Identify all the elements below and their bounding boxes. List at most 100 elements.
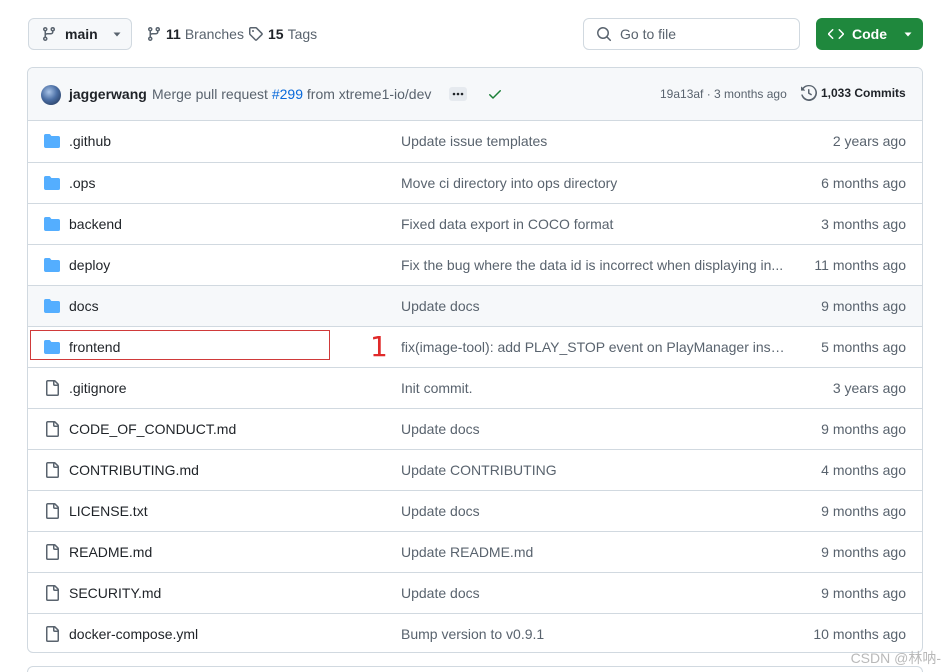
branches-count: 11 <box>166 26 181 42</box>
file-name-link[interactable]: README.md <box>69 544 152 560</box>
file-commit-message[interactable]: Fixed data export in COCO format <box>401 216 786 232</box>
file-commit-age: 3 years ago <box>832 380 906 396</box>
branch-name: main <box>65 26 98 42</box>
branches-label: Branches <box>184 26 244 42</box>
search-icon <box>597 27 612 42</box>
code-button[interactable]: Code <box>816 18 923 50</box>
caret-down-icon <box>113 32 121 37</box>
file-row[interactable]: .ops Move ci directory into ops directory… <box>28 162 922 203</box>
file-commit-message[interactable]: Update docs <box>401 421 786 437</box>
annotation-number: 1 <box>370 330 388 363</box>
file-commit-age: 9 months ago <box>821 544 906 560</box>
file-name-link[interactable]: backend <box>69 216 122 232</box>
file-name-link[interactable]: frontend <box>69 339 120 355</box>
check-icon[interactable] <box>487 86 503 102</box>
go-to-file-search[interactable] <box>583 18 800 50</box>
branches-link[interactable]: 11 Branches <box>146 18 244 50</box>
file-commit-age: 10 months ago <box>813 626 906 642</box>
file-row[interactable]: docs Update docs 9 months ago <box>28 285 922 326</box>
file-name-link[interactable]: docker-compose.yml <box>69 626 198 642</box>
file-name-link[interactable]: .gitignore <box>69 380 127 396</box>
file-row[interactable]: SECURITY.md Update docs 9 months ago <box>28 572 922 613</box>
commit-message-suffix: from xtreme1-io/dev <box>306 86 432 102</box>
caret-down-icon <box>904 32 912 37</box>
git-branch-icon <box>148 26 160 42</box>
repo-toolbar: main 11 Branches 15 Tags Code <box>28 18 923 50</box>
file-commit-age: 9 months ago <box>821 585 906 601</box>
file-commit-message[interactable]: Update CONTRIBUTING <box>401 462 786 478</box>
file-icon <box>44 544 60 563</box>
file-row[interactable]: backend Fixed data export in COCO format 3… <box>28 203 922 244</box>
file-icon <box>44 585 60 604</box>
ellipsis-icon <box>452 92 464 96</box>
file-commit-age: 9 months ago <box>821 503 906 519</box>
history-icon <box>801 85 817 101</box>
file-name-link[interactable]: .ops <box>69 175 95 191</box>
file-name-link[interactable]: SECURITY.md <box>69 585 161 601</box>
tags-link[interactable]: 15 Tags <box>248 18 317 50</box>
commit-message-prefix: Merge pull request <box>152 86 268 102</box>
file-name-link[interactable]: LICENSE.txt <box>69 503 148 519</box>
folder-icon <box>44 298 60 317</box>
pull-request-link[interactable]: #299 <box>272 86 303 102</box>
file-commit-message[interactable]: Bump version to v0.9.1 <box>401 626 786 642</box>
file-row[interactable]: CONTRIBUTING.md Update CONTRIBUTING 4 mont… <box>28 449 922 490</box>
file-commit-age: 5 months ago <box>821 339 906 355</box>
file-row[interactable]: frontend fix(image-tool): add PLAY_STOP e… <box>28 326 922 367</box>
tag-icon <box>249 27 263 41</box>
file-commit-message[interactable]: Update README.md <box>401 544 786 560</box>
file-list: jaggerwang Merge pull request #299 from … <box>27 67 923 653</box>
file-name-link[interactable]: docs <box>69 298 99 314</box>
code-icon <box>828 29 844 39</box>
next-panel-edge <box>27 666 923 672</box>
folder-icon <box>44 339 60 358</box>
commit-sha-time[interactable]: 19a13af · 3 months ago <box>660 87 787 101</box>
file-row[interactable]: README.md Update README.md 9 months ago <box>28 531 922 572</box>
file-icon <box>44 462 60 481</box>
file-icon <box>44 421 60 440</box>
file-commit-message[interactable]: Init commit. <box>401 380 786 396</box>
go-to-file-input[interactable] <box>620 26 790 42</box>
branch-selector-button[interactable]: main <box>28 18 132 50</box>
file-commit-message[interactable]: Update docs <box>401 298 786 314</box>
folder-icon <box>44 175 60 194</box>
file-rows: .github Update issue templates 2 years ago… <box>28 121 922 652</box>
file-row[interactable]: LICENSE.txt Update docs 9 months ago <box>28 490 922 531</box>
folder-icon <box>44 216 60 235</box>
file-commit-age: 9 months ago <box>821 298 906 314</box>
commit-message[interactable]: Merge pull request #299 from xtreme1-io/… <box>152 86 431 102</box>
file-commit-age: 6 months ago <box>821 175 906 191</box>
file-row[interactable]: .gitignore Init commit. 3 years ago <box>28 367 922 408</box>
file-commit-age: 11 months ago <box>814 257 906 273</box>
code-button-label: Code <box>852 26 887 42</box>
expand-message-button[interactable] <box>449 87 467 101</box>
file-commit-age: 9 months ago <box>821 421 906 437</box>
commits-link[interactable]: 1,033 Commits <box>801 85 906 101</box>
file-commit-message[interactable]: Fix the bug where the data id is incorre… <box>401 257 786 273</box>
latest-commit-bar: jaggerwang Merge pull request #299 from … <box>28 68 922 121</box>
commit-author[interactable]: jaggerwang <box>69 86 147 102</box>
file-commit-message[interactable]: fix(image-tool): add PLAY_STOP event on … <box>401 339 786 355</box>
file-commit-age: 2 years ago <box>832 133 906 149</box>
file-name-link[interactable]: .github <box>69 133 111 149</box>
file-commit-message[interactable]: Update docs <box>401 503 786 519</box>
file-commit-age: 3 months ago <box>821 216 906 232</box>
tags-count: 15 <box>268 26 284 42</box>
avatar[interactable] <box>41 85 61 105</box>
file-icon <box>44 626 60 645</box>
file-commit-message[interactable]: Update issue templates <box>401 133 786 149</box>
commits-count: 1,033 Commits <box>821 86 906 100</box>
file-commit-age: 4 months ago <box>821 462 906 478</box>
file-commit-message[interactable]: Update docs <box>401 585 786 601</box>
file-commit-message[interactable]: Move ci directory into ops directory <box>401 175 786 191</box>
git-branch-icon <box>43 26 55 42</box>
file-row[interactable]: deploy Fix the bug where the data id is i… <box>28 244 922 285</box>
file-name-link[interactable]: deploy <box>69 257 110 273</box>
file-row[interactable]: CODE_OF_CONDUCT.md Update docs 9 months ag… <box>28 408 922 449</box>
file-icon <box>44 380 60 399</box>
file-name-link[interactable]: CODE_OF_CONDUCT.md <box>69 421 236 437</box>
file-row[interactable]: docker-compose.yml Bump version to v0.9.1… <box>28 613 922 652</box>
file-icon <box>44 503 60 522</box>
file-row[interactable]: .github Update issue templates 2 years ago <box>28 121 922 162</box>
file-name-link[interactable]: CONTRIBUTING.md <box>69 462 199 478</box>
